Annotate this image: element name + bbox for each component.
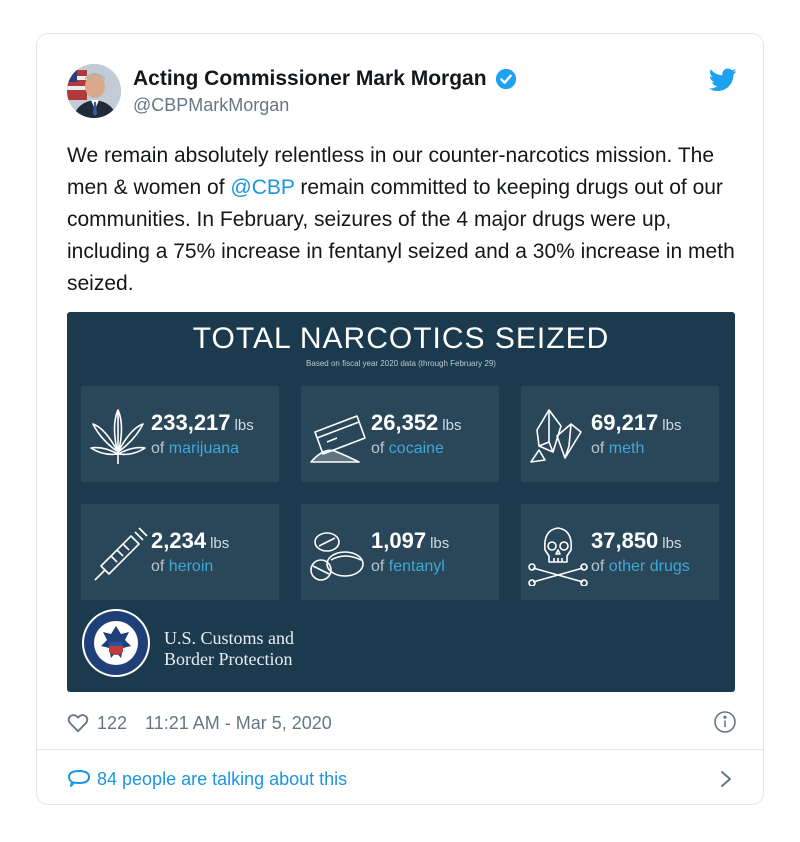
author-name-line: Acting Commissioner Mark Morgan <box>133 67 517 91</box>
stat-unit: lbs <box>442 417 462 434</box>
stat-drug-name: fentanyl <box>388 558 445 575</box>
stat-prefix: of <box>371 558 385 575</box>
stat-unit: lbs <box>234 417 254 434</box>
agency-line-1: U.S. Customs and <box>164 628 295 648</box>
stat-drug-name: cocaine <box>388 440 444 457</box>
author-handle[interactable]: @CBPMarkMorgan <box>133 95 289 116</box>
stat-unit: lbs <box>430 535 450 552</box>
stat-amount: 69,217 <box>591 410 659 435</box>
chevron-right-icon[interactable] <box>719 769 733 789</box>
twitter-bird-icon[interactable] <box>709 68 737 92</box>
crystals-icon <box>530 409 582 463</box>
stat-amount: 233,217 <box>151 410 231 435</box>
talking-count[interactable]: 84 people are talking about this <box>97 769 347 790</box>
stat-prefix: of <box>371 440 385 457</box>
stat-tile-meth: 69,217 lbs of meth <box>521 386 719 482</box>
agency-line-2: Border Protection <box>164 649 293 669</box>
stat-amount: 1,097 <box>371 528 427 553</box>
verified-badge-icon <box>495 68 516 90</box>
tweet-header: Acting Commissioner Mark Morgan @CBPMark… <box>67 64 737 120</box>
tweet-meta: 122 11:21 AM - Mar 5, 2020 <box>67 710 737 736</box>
dhs-seal-icon <box>82 609 150 677</box>
info-icon[interactable] <box>713 710 737 734</box>
agency-name: U.S. Customs and Border Protection <box>164 628 294 670</box>
stat-tile-cocaine: 26,352 lbs of cocaine <box>301 386 499 482</box>
like-count[interactable]: 122 <box>97 713 127 734</box>
conversation-link[interactable]: 84 people are talking about this <box>67 764 737 794</box>
skull-crossbones-icon <box>528 527 588 586</box>
stat-tile-heroin: 2,234 lbs of heroin <box>81 504 279 600</box>
stat-tile-fentanyl: 1,097 lbs of fentanyl <box>301 504 499 600</box>
stat-prefix: of <box>151 440 165 457</box>
stat-amount: 26,352 <box>371 410 439 435</box>
pills-icon <box>310 532 364 581</box>
heart-icon[interactable] <box>67 713 89 733</box>
stat-tile-other-drugs: 37,850 lbs of other drugs <box>521 504 719 600</box>
infographic-title: TOTAL NARCOTICS SEIZED <box>192 322 610 355</box>
infographic-subtitle: Based on fiscal year 2020 data (through … <box>306 359 496 368</box>
stat-amount: 2,234 <box>151 528 207 553</box>
author-display-name[interactable]: Acting Commissioner Mark Morgan <box>133 67 487 91</box>
stat-unit: lbs <box>662 417 682 434</box>
divider <box>37 749 763 750</box>
speech-bubble-icon <box>68 770 90 787</box>
stat-unit: lbs <box>210 535 230 552</box>
cbp-mention-link[interactable]: @CBP <box>230 176 294 199</box>
stat-amount: 37,850 <box>591 528 659 553</box>
tweet-text: We remain absolutely relentless in our c… <box>67 140 737 300</box>
stat-prefix: of <box>591 440 605 457</box>
card-powder-icon <box>310 415 366 463</box>
narcotics-infographic[interactable]: TOTAL NARCOTICS SEIZED Based on fiscal y… <box>67 312 735 692</box>
stat-prefix: of <box>151 558 165 575</box>
cannabis-leaf-icon <box>90 409 146 464</box>
tweet-card: Acting Commissioner Mark Morgan @CBPMark… <box>36 33 764 805</box>
stat-unit: lbs <box>662 535 682 552</box>
stat-drug-name: meth <box>608 440 645 457</box>
stat-drug-name: other drugs <box>608 558 690 575</box>
stat-tile-marijuana: 233,217 lbs of marijuana <box>81 386 279 482</box>
tweet-timestamp[interactable]: 11:21 AM - Mar 5, 2020 <box>145 713 332 734</box>
stat-prefix: of <box>591 558 605 575</box>
syringe-icon <box>94 527 148 581</box>
stat-drug-name: heroin <box>168 558 214 575</box>
avatar[interactable] <box>67 64 121 118</box>
stat-drug-name: marijuana <box>168 440 240 457</box>
